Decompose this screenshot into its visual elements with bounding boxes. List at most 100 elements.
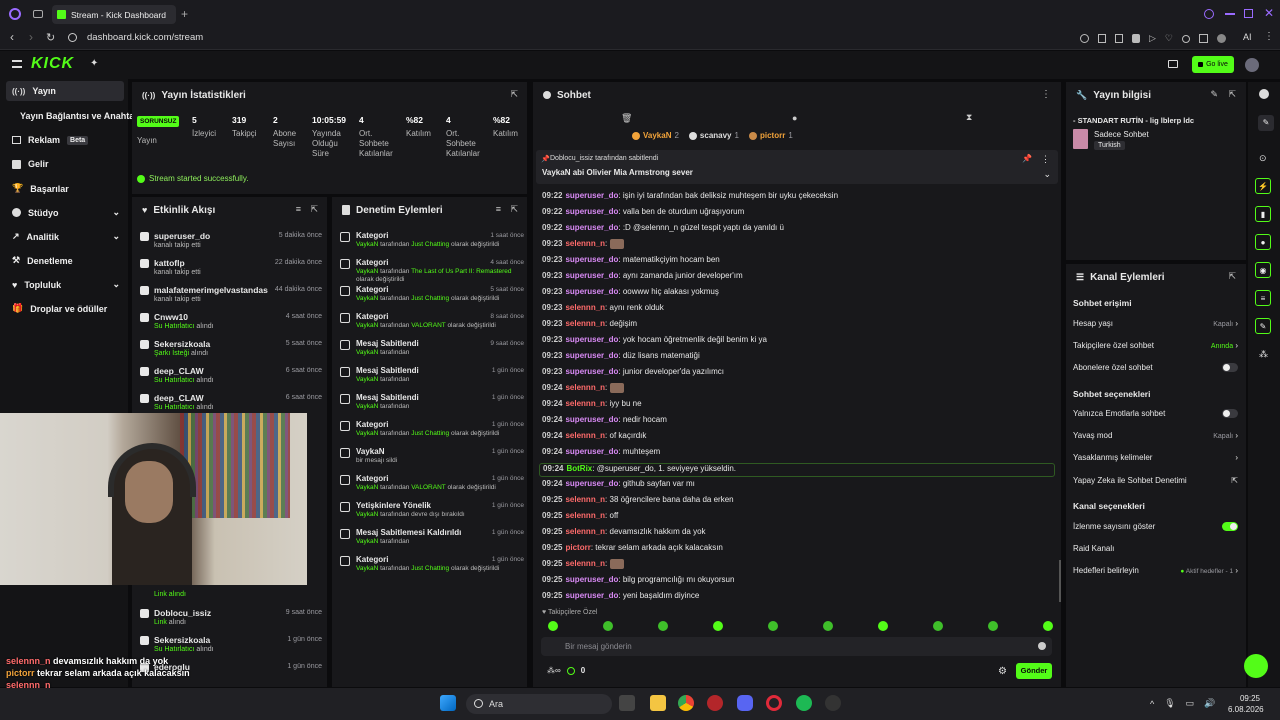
top-chatter[interactable]: pictorr 1 [748, 131, 793, 140]
network-icon[interactable]: ▭ [1186, 698, 1195, 709]
raid-channel-setting[interactable]: Raid Kanalı [1073, 544, 1238, 553]
sidebar-item-ads[interactable]: Reklam Beta [12, 135, 89, 145]
chat-message[interactable]: 09:23 superuser_do: matematikçiyim hocam … [542, 255, 1052, 269]
spotify-icon[interactable] [796, 695, 812, 711]
moderation-item[interactable]: Kategori VaykaN tarafından The Last of Us… [340, 256, 524, 283]
sidebar-item-yayin[interactable]: ((·)) Yayın [12, 86, 56, 96]
pin-icon[interactable]: ✦ [90, 58, 98, 69]
chat-message[interactable]: 09:25 superuser_do: yeni başaldım diyince [542, 591, 1052, 605]
unpin-icon[interactable]: 📌 [1022, 154, 1032, 163]
settings-icon[interactable]: ⚙ [998, 666, 1007, 677]
hamburger-icon[interactable] [12, 60, 22, 68]
monitor-icon[interactable] [1168, 60, 1178, 68]
popout-icon[interactable]: ⇱ [510, 204, 518, 215]
support-chat-button[interactable] [1244, 654, 1268, 678]
chat-message[interactable]: 09:22 superuser_do: valla ben de oturdum … [542, 207, 1052, 221]
chat-message[interactable]: 09:24 selennn_n: iyy bu ne [542, 399, 1052, 413]
pinned-menu-icon[interactable]: ⋮ [1041, 154, 1050, 165]
sidebar-item-achievements[interactable]: 🏆 Başarılar [12, 183, 69, 194]
activity-item[interactable]: Doblocu_issiz Link alındı 9 saat önce [140, 606, 324, 632]
chat-message[interactable]: 09:25 selennn_n: off [542, 511, 1052, 525]
emotes-only-setting[interactable]: Yalnızca Emotlarla sohbet [1073, 409, 1238, 418]
url-field[interactable]: dashboard.kick.com/stream [87, 32, 203, 43]
moderation-item[interactable]: Kategori VaykaN tarafından Just Chatting … [340, 553, 524, 579]
chat-message[interactable]: 09:22 superuser_do: :D @selennn_n güzel t… [542, 223, 1052, 237]
sidebar-item-stream-key[interactable]: Yayın Bağlantısı ve Anahtarı [20, 111, 140, 121]
filter-icon[interactable]: ≡ [496, 204, 501, 214]
chat-message[interactable]: 09:24 selennn_n: [542, 383, 1052, 397]
emote-icon[interactable] [713, 621, 723, 631]
trash-icon[interactable]: 🗑 [621, 113, 632, 124]
moderation-item[interactable]: VaykaN bir mesajı sildi 1 gün önce [340, 445, 524, 471]
chat-input[interactable]: Bir mesaj gönderin [541, 637, 1052, 656]
emote-icon[interactable] [878, 621, 888, 631]
slow-mode-setting[interactable]: Yavaş mod Kapalı › [1073, 431, 1238, 440]
show-viewers-toggle[interactable] [1222, 522, 1238, 531]
emote-icon[interactable] [933, 621, 943, 631]
filter-icon[interactable]: ≡ [296, 204, 301, 214]
popout-icon[interactable]: ⇱ [1228, 89, 1236, 100]
opera-icon[interactable] [766, 695, 782, 711]
play-icon[interactable]: ▷ [1149, 33, 1156, 44]
chat-message[interactable]: 09:24 superuser_do: nedir hocam [542, 415, 1052, 429]
moderation-item[interactable]: Kategori VaykaN tarafından VALORANT olara… [340, 310, 524, 336]
shield-icon[interactable] [1132, 34, 1140, 43]
top-chatter[interactable]: scanavy 1 [688, 131, 739, 140]
obs-icon[interactable] [825, 695, 841, 711]
clock[interactable]: 09:25 6.08.2026 [1228, 693, 1264, 715]
edit-icon[interactable]: ✎ [1210, 89, 1218, 100]
emotes-only-toggle[interactable] [1222, 409, 1238, 418]
chat-message[interactable]: 09:25 pictorr: tekrar selam arkada açık k… [542, 543, 1052, 557]
chat-message[interactable]: 09:25 selennn_n: devamsızlık hakkım da yo… [542, 527, 1052, 541]
chat-message[interactable]: 09:24 superuser_do: github sayfan var mı [542, 479, 1052, 493]
emote-icon[interactable] [603, 621, 613, 631]
popout-icon[interactable]: ⇱ [310, 204, 318, 215]
list-icon[interactable]: ≡ [1255, 290, 1271, 306]
broadcast-icon[interactable]: ◉ [1255, 262, 1271, 278]
send-button[interactable]: Gönder [1016, 663, 1052, 679]
card-icon[interactable]: ▮ [1255, 206, 1271, 222]
extension-icon[interactable] [1098, 34, 1106, 43]
hourglass-icon[interactable]: ⧗ [966, 112, 972, 123]
activity-item[interactable]: Sekersizkoala Şarkı İsteği alındı 5 saat ö… [140, 337, 324, 363]
bolt-icon[interactable]: ⚡ [1255, 178, 1271, 194]
activity-item[interactable]: superuser_do kanalı takip etti 5 dakika ön… [140, 229, 324, 255]
chat-message[interactable]: 09:23 superuser_do: yok hocam öğretmenlik… [542, 335, 1052, 349]
ai-button[interactable]: AI [1243, 32, 1252, 42]
emote-icon[interactable] [658, 621, 668, 631]
sidebar-item-studio[interactable]: Stüdyo ⌄ [12, 207, 120, 218]
show-viewers-setting[interactable]: İzlenme sayısını göster [1073, 522, 1238, 531]
workspaces-icon[interactable] [33, 10, 43, 18]
minimize-button[interactable] [1225, 13, 1235, 15]
zoom-icon[interactable] [1080, 34, 1089, 43]
moderation-item[interactable]: Yetişkinlere Yönelik VaykaN tarafından de… [340, 499, 524, 525]
targets-setting[interactable]: Hedefleri belirleyin ● Aktif hedefler - 1… [1073, 566, 1238, 575]
chat-message[interactable]: 09:25 superuser_do: bilg programcılığı mı… [542, 575, 1052, 589]
chat-message[interactable]: 09:24 selennn_n: of kaçırdık [542, 431, 1052, 445]
target-icon[interactable]: ⊙ [1259, 153, 1267, 164]
activity-item[interactable]: deep_CLAW Su Hatırlatıcı alındı 6 saat önc… [140, 364, 324, 390]
pinned-message[interactable]: 📌 Doblocu_issiz tarafından sabitlendi Va… [536, 150, 1058, 184]
activity-item[interactable]: malafatemerimgelvastandas kanalı takip et… [140, 283, 324, 309]
file-explorer-icon[interactable] [650, 695, 666, 711]
chat-message[interactable]: 09:22 superuser_do: işin iyi tarafından b… [542, 191, 1052, 205]
followers-only-setting[interactable]: Takipçilere özel sohbet Anında › [1073, 341, 1238, 350]
chat-message[interactable]: 09:23 selennn_n: aynı renk olduk [542, 303, 1052, 317]
sidebar-item-income[interactable]: Gelir [12, 159, 49, 169]
chat-message[interactable]: 09:25 selennn_n: [542, 559, 1052, 573]
moderation-item[interactable]: Mesaj Sabitlendi VaykaN tarafından 1 gün … [340, 364, 524, 390]
chat-message[interactable]: 09:23 superuser_do: junior developer'da y… [542, 367, 1052, 381]
activity-item[interactable]: kattoflp kanalı takip etti 22 dakika önce [140, 256, 324, 282]
chrome-icon[interactable] [678, 695, 694, 711]
emote-icon[interactable] [548, 621, 558, 631]
chat-message[interactable]: 09:25 selennn_n: 38 öğrencilere bana daha… [542, 495, 1052, 509]
chat-message[interactable]: 09:23 selennn_n: [542, 239, 1052, 253]
sidebar-item-community[interactable]: ♥ Topluluk ⌄ [12, 279, 120, 290]
kick-logo[interactable]: KICK [31, 55, 74, 73]
taskbar-search[interactable]: Ara [466, 694, 612, 714]
emote-icon[interactable] [768, 621, 778, 631]
heart-icon[interactable]: ♡ [1165, 33, 1173, 44]
chat-message[interactable]: 09:24 BotRix: @superuser_do, 1. seviyeye … [539, 463, 1055, 477]
chat-bubble-icon[interactable]: ● [1255, 234, 1271, 250]
maximize-button[interactable] [1244, 9, 1253, 18]
